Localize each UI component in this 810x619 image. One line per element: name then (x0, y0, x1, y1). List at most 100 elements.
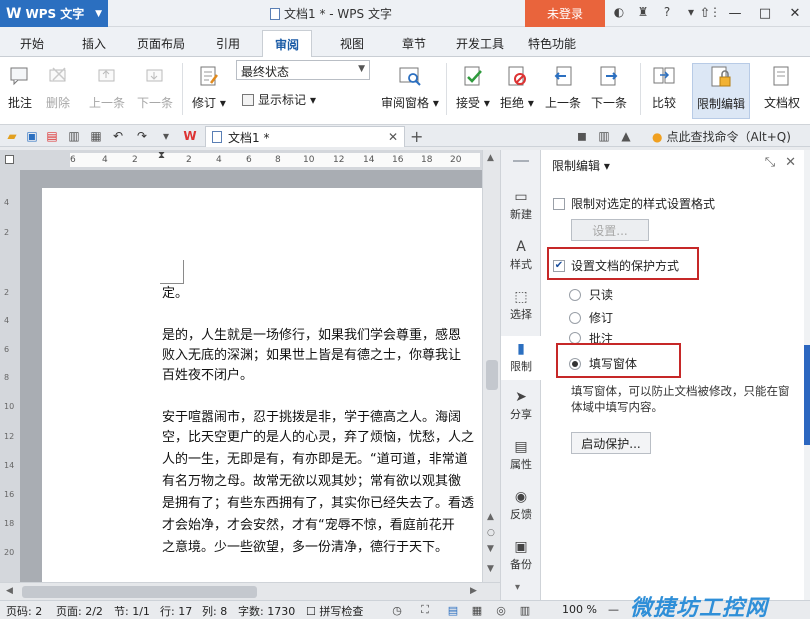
skin-icon[interactable]: ◐ (611, 4, 627, 20)
scroll-up-icon[interactable]: ▲ (487, 153, 494, 163)
radio-revise[interactable]: 修订 (569, 309, 613, 326)
camera-icon[interactable]: ◼ (574, 128, 590, 144)
close-tab-icon[interactable]: ✕ (388, 130, 398, 144)
document-canvas[interactable]: 定。 是的，人生就是一场修行，如果我们学会尊重，感恩 败入无底的深渊；如果世上皆… (20, 170, 482, 582)
sidebar-item-share[interactable]: ➤ 分享 (501, 388, 541, 422)
delete-comment-button[interactable]: 删除 (44, 63, 72, 111)
horizontal-ruler[interactable]: 6 4 2 ⧗ 2 4 6 8 10 12 14 16 18 20 (20, 150, 482, 170)
ruler-label: 14 (4, 461, 15, 470)
compare-button[interactable]: 比较 (650, 63, 678, 111)
expand-icon[interactable]: ▲ (618, 128, 634, 144)
window-restore-tab-button[interactable]: ⇧ (690, 0, 720, 27)
ruler-label: 20 (4, 548, 15, 557)
dock-pane-icon[interactable]: ⤡ (765, 155, 775, 170)
login-button[interactable]: 未登录 (525, 0, 605, 27)
vertical-ruler[interactable]: 4 2 2 4 6 8 10 12 14 16 18 20 (0, 170, 20, 582)
vertical-scroll-thumb[interactable] (486, 360, 498, 390)
reject-button[interactable]: 拒绝 ▾ (500, 63, 534, 111)
tab-stop-icon[interactable] (5, 155, 14, 164)
pane-expand-tab[interactable] (804, 345, 810, 445)
prev-page-icon[interactable]: ▲ (487, 512, 494, 522)
redo-icon[interactable]: ↷ (134, 128, 150, 144)
wps-home-icon[interactable]: W (182, 128, 198, 144)
tab-developer[interactable]: 开发工具 (456, 35, 504, 52)
accept-button[interactable]: 接受 ▾ (456, 63, 490, 111)
comment-button[interactable]: 批注 (6, 63, 34, 111)
sidebar-item-restrict[interactable]: ▮ 限制 (501, 336, 541, 380)
browse-object-icon[interactable]: ○ (487, 528, 495, 538)
help-icon[interactable]: ? (659, 4, 675, 20)
status-word-count[interactable]: 字数: 1730 (238, 603, 295, 619)
radio-readonly[interactable]: 只读 (569, 286, 613, 303)
find-command-search[interactable]: ● 点此查找命令（Alt+Q) (652, 128, 791, 145)
review-pane-button[interactable]: 审阅窗格 ▾ (381, 63, 439, 111)
scroll-right-icon[interactable]: ▶ (470, 586, 477, 596)
undo-icon[interactable]: ↶ (110, 128, 126, 144)
spell-check-toggle[interactable]: ☐ 拼写检查 (306, 603, 363, 619)
sidebar-item-properties[interactable]: ▤ 属性 (501, 438, 541, 472)
tab-insert[interactable]: 插入 (82, 35, 106, 52)
sidebar-item-select[interactable]: ⬚ 选择 (501, 288, 541, 322)
tab-review[interactable]: 审阅 (262, 30, 313, 57)
print-preview-icon[interactable]: ▦ (88, 128, 104, 144)
next-page-icon[interactable]: ▼ (487, 544, 494, 554)
new-tab-icon[interactable]: + (410, 127, 423, 146)
reading-view-icon[interactable]: ▥ (518, 603, 532, 617)
tab-page-layout[interactable]: 页面布局 (137, 35, 185, 52)
show-markup-button[interactable]: 显示标记 ▾ (242, 91, 316, 108)
sidebar-item-backup[interactable]: ▣ 备份 (501, 538, 541, 572)
print-icon[interactable]: ▥ (66, 128, 82, 144)
close-button[interactable]: ✕ (780, 0, 810, 27)
tab-start[interactable]: 开始 (20, 35, 44, 52)
layout-icon[interactable]: ▥ (596, 128, 612, 144)
settings-button[interactable]: 设置... (571, 219, 649, 241)
chevron-down-icon[interactable]: ▾ (515, 582, 520, 593)
pane-title[interactable]: 限制编辑 ▾ (552, 157, 610, 174)
tab-reference[interactable]: 引用 (216, 35, 240, 52)
document-tab[interactable]: 文档1 * ✕ (205, 126, 405, 147)
zoom-out-icon[interactable]: — (608, 603, 619, 616)
minimize-button[interactable]: — (720, 0, 750, 27)
tab-view[interactable]: 视图 (340, 35, 364, 52)
indent-marker-icon[interactable]: ⧗ (158, 150, 165, 161)
zoom-level[interactable]: 100 % (562, 603, 597, 616)
document-permission-button[interactable]: 文档权 (764, 63, 800, 111)
previous-change-button[interactable]: 上一条 (545, 63, 581, 111)
status-pages[interactable]: 页面: 2/2 (56, 603, 103, 619)
document-page[interactable]: 定。 是的，人生就是一场修行，如果我们学会尊重，感恩 败入无底的深渊；如果世上皆… (42, 188, 482, 582)
restrict-style-format-checkbox[interactable]: 限制对选定的样式设置格式 (553, 195, 715, 212)
tab-chapter[interactable]: 章节 (402, 35, 426, 52)
save-icon[interactable]: ▣ (24, 128, 40, 144)
next-change-button[interactable]: 下一条 (591, 63, 627, 111)
markup-state-dropdown[interactable]: 最终状态 ▼ (236, 60, 370, 80)
app-menu-button[interactable]: W WPS 文字 ▼ (0, 0, 108, 27)
next-comment-button[interactable]: 下一条 (137, 63, 173, 111)
open-folder-icon[interactable]: ▰ (4, 128, 20, 144)
previous-comment-button[interactable]: 上一条 (89, 63, 125, 111)
track-changes-button[interactable]: 修订 ▾ (192, 63, 226, 111)
outline-view-icon[interactable]: ▦ (470, 603, 484, 617)
maximize-button[interactable]: □ (750, 0, 780, 27)
fullscreen-icon[interactable]: ⛶ (418, 603, 432, 617)
chevron-down-icon[interactable]: ▾ (158, 128, 174, 144)
close-pane-icon[interactable]: ✕ (785, 155, 796, 170)
vertical-scrollbar[interactable]: ▲ ▲ ○ ▼ ▼ (482, 150, 500, 582)
paragraph-line: 有名万物之母。故常无欲以观其妙；常有欲以观其徼 (162, 474, 462, 489)
horizontal-scroll-thumb[interactable] (22, 586, 257, 598)
start-protection-button[interactable]: 启动保护... (571, 432, 651, 454)
scroll-down-icon[interactable]: ▼ (487, 564, 494, 574)
shirt-icon[interactable]: ♜ (635, 4, 651, 20)
history-icon[interactable]: ◷ (390, 603, 404, 617)
horizontal-scrollbar[interactable]: ◀ ▶ (0, 582, 500, 600)
export-pdf-icon[interactable]: ▤ (44, 128, 60, 144)
page-view-icon[interactable]: ▤ (446, 603, 460, 617)
protect-mode-checkbox[interactable]: ✔ 设置文档的保护方式 (553, 257, 679, 274)
radio-fill-form[interactable]: 填写窗体 (569, 355, 637, 372)
tab-special-features[interactable]: 特色功能 (528, 35, 576, 52)
sidebar-item-style[interactable]: A 样式 (501, 238, 541, 272)
sidebar-item-feedback[interactable]: ◉ 反馈 (501, 488, 541, 522)
web-view-icon[interactable]: ◎ (494, 603, 508, 617)
sidebar-item-new[interactable]: ▭ 新建 (501, 188, 541, 222)
restrict-editing-button[interactable]: 限制编辑 (692, 63, 751, 119)
scroll-left-icon[interactable]: ◀ (6, 586, 13, 596)
